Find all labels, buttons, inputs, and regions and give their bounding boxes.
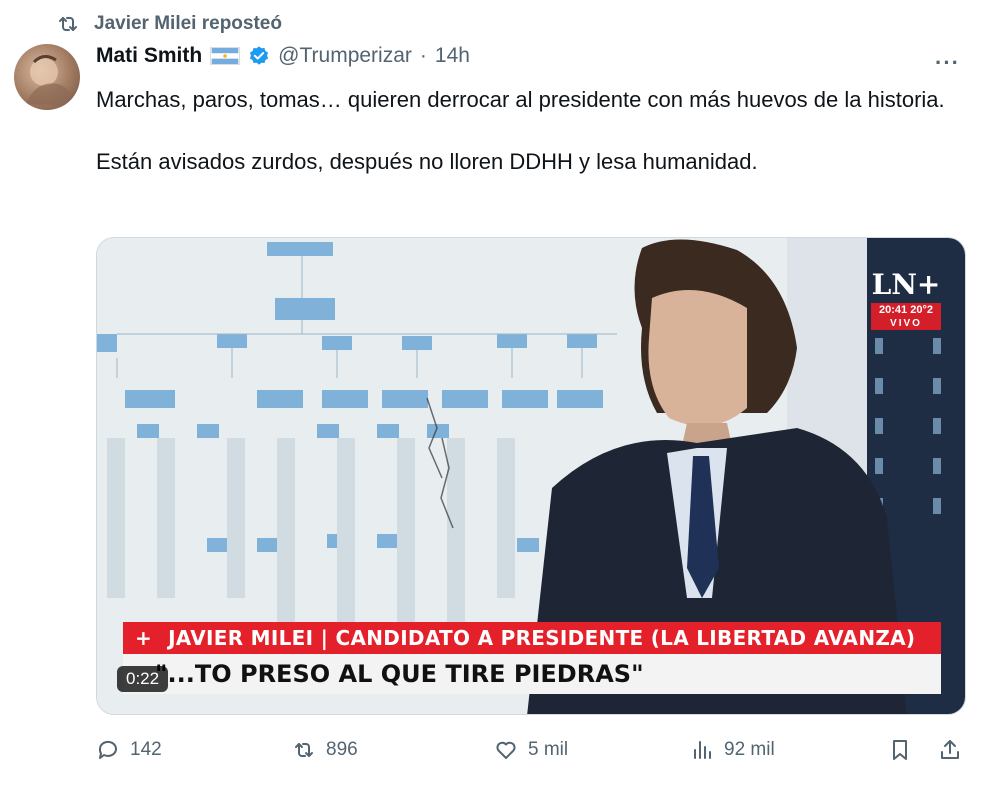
more-options-icon[interactable]: ··· [935,50,960,76]
tweet-text: Marchas, paros, tomas… quieren derrocar … [96,84,966,208]
tweet-paragraph: Marchas, paros, tomas… quieren derrocar … [96,87,945,112]
views-count: 92 mil [724,739,775,760]
tweet-header: Mati Smith @Trumperizar · 14h [96,44,470,68]
plus-icon: + [135,626,153,650]
repost-label: Javier Milei reposteó [94,13,282,34]
lower-third-quote: "...TO PRESO AL QUE TIRE PIEDRAS" [123,654,941,694]
argentina-flag-icon [210,47,241,65]
repost-count: 896 [326,739,358,760]
bookmark-icon [893,740,907,760]
channel-clock: 20:41 20°2 [871,303,941,317]
share-button[interactable] [938,738,962,762]
repost-icon [295,743,313,757]
like-button[interactable]: 5 mil [494,738,568,762]
video-duration: 0:22 [117,666,169,692]
lower-third-title: + JAVIER MILEI | CANDIDATO A PRESIDENTE (… [123,622,941,654]
tweet-paragraph: Están avisados zurdos, después no lloren… [96,149,758,174]
like-count: 5 mil [528,739,569,760]
reply-icon [98,740,117,759]
heart-icon [496,741,516,759]
share-icon [941,740,959,759]
reply-count: 142 [130,739,162,760]
bookmark-button[interactable] [888,738,912,762]
channel-badge: LN+ 20:41 20°2 VIVO [871,268,941,330]
reply-button[interactable]: 142 [96,738,162,762]
views-button[interactable]: 92 mil [690,738,775,762]
lower-third-title-text: JAVIER MILEI | CANDIDATO A PRESIDENTE (L… [168,626,916,650]
repost-indicator[interactable]: Javier Milei reposteó [56,12,282,36]
live-badge: VIVO [871,317,941,330]
repost-icon [59,17,77,31]
views-icon [694,741,711,759]
author-handle[interactable]: @Trumperizar [278,44,412,68]
author-name[interactable]: Mati Smith [96,44,202,68]
post-time[interactable]: 14h [435,44,470,68]
verified-badge-icon[interactable] [248,45,270,67]
separator-dot: · [419,44,427,67]
avatar[interactable] [14,44,80,110]
repost-button[interactable]: 896 [292,738,358,762]
video-player[interactable]: LN+ 20:41 20°2 VIVO + JAVIER MILEI | CAND… [96,237,966,715]
channel-logo: LN+ [871,268,941,301]
action-bar: 142 896 5 mil 92 mil [96,738,966,768]
